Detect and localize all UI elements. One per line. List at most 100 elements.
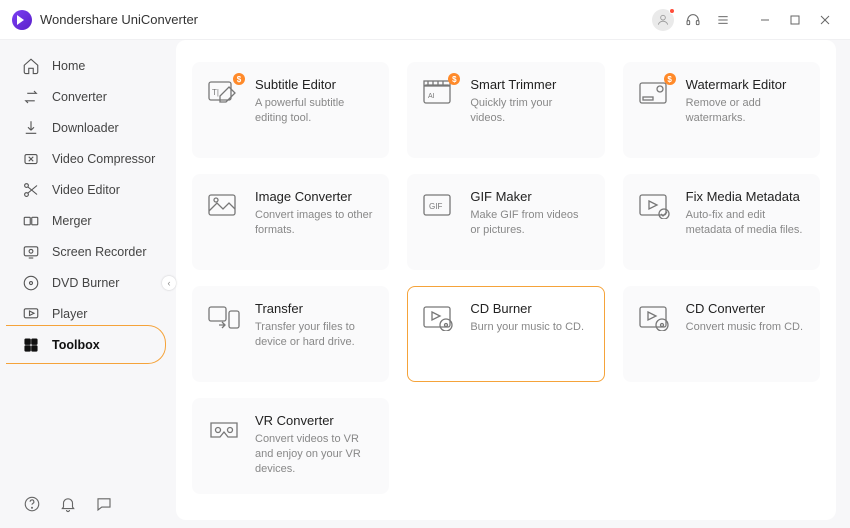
sidebar-item-label: Converter <box>52 90 107 104</box>
cd-converter-icon <box>638 303 672 331</box>
app-logo-icon <box>12 10 32 30</box>
sidebar-item-dvd[interactable]: DVD Burner <box>0 267 170 298</box>
transfer-icon <box>207 303 241 331</box>
subtitle-editor-icon: T| $ <box>207 79 241 107</box>
scissors-icon <box>22 181 40 199</box>
tool-desc: Transfer your files to device or hard dr… <box>255 320 374 350</box>
tool-card-image-converter[interactable]: Image Converter Convert images to other … <box>192 174 389 270</box>
tool-title: CD Converter <box>686 301 805 316</box>
tool-desc: Auto-fix and edit metadata of media file… <box>686 208 805 238</box>
sidebar-item-downloader[interactable]: Downloader <box>0 112 170 143</box>
sidebar-item-compressor[interactable]: Video Compressor <box>0 143 170 174</box>
svg-text:AI: AI <box>428 93 435 100</box>
tool-card-watermark-editor[interactable]: $ Watermark Editor Remove or add waterma… <box>623 62 820 158</box>
sidebar-item-label: Screen Recorder <box>52 245 147 259</box>
tool-desc: Quickly trim your videos. <box>470 96 589 126</box>
tool-desc: Convert music from CD. <box>686 320 805 335</box>
sidebar-item-label: Merger <box>52 214 92 228</box>
maximize-button[interactable] <box>782 7 808 33</box>
sidebar-item-label: Player <box>52 307 87 321</box>
sidebar-item-editor[interactable]: Video Editor <box>0 174 170 205</box>
toolbox-icon <box>22 336 40 354</box>
help-button[interactable] <box>22 494 42 514</box>
tool-desc: Burn your music to CD. <box>470 320 589 335</box>
metadata-icon <box>638 191 672 219</box>
tool-title: GIF Maker <box>470 189 589 204</box>
tool-title: Transfer <box>255 301 374 316</box>
merger-icon <box>22 212 40 230</box>
avatar-icon <box>652 9 674 31</box>
sidebar-item-label: Downloader <box>52 121 119 135</box>
sidebar-item-label: Video Compressor <box>52 152 155 166</box>
support-button[interactable] <box>680 7 706 33</box>
maximize-icon <box>787 12 803 28</box>
smart-trimmer-icon: AI $ <box>422 79 456 107</box>
notification-dot-icon <box>669 8 675 14</box>
minimize-button[interactable] <box>752 7 778 33</box>
minimize-icon <box>757 12 773 28</box>
titlebar: Wondershare UniConverter <box>0 0 850 40</box>
tool-title: VR Converter <box>255 413 374 428</box>
titlebar-actions <box>650 7 838 33</box>
tool-card-cd-burner[interactable]: CD Burner Burn your music to CD. <box>407 286 604 382</box>
tool-desc: Convert images to other formats. <box>255 208 374 238</box>
tool-title: CD Burner <box>470 301 589 316</box>
sidebar-item-label: DVD Burner <box>52 276 119 290</box>
menu-button[interactable] <box>710 7 736 33</box>
close-icon <box>817 12 833 28</box>
chat-icon <box>95 495 113 513</box>
tool-card-vr-converter[interactable]: VR Converter Convert videos to VR and en… <box>192 398 389 494</box>
sidebar-item-toolbox[interactable]: Toolbox <box>0 329 170 360</box>
sidebar-item-label: Toolbox <box>52 338 100 352</box>
feedback-button[interactable] <box>94 494 114 514</box>
sidebar-item-recorder[interactable]: Screen Recorder <box>0 236 170 267</box>
app-title: Wondershare UniConverter <box>40 12 650 27</box>
sidebar-item-label: Home <box>52 59 85 73</box>
close-button[interactable] <box>812 7 838 33</box>
sidebar-item-label: Video Editor <box>52 183 120 197</box>
sidebar-bottom <box>0 494 170 528</box>
tool-card-smart-trimmer[interactable]: AI $ Smart Trimmer Quickly trim your vid… <box>407 62 604 158</box>
tool-title: Subtitle Editor <box>255 77 374 92</box>
tool-title: Image Converter <box>255 189 374 204</box>
tool-desc: A powerful subtitle editing tool. <box>255 96 374 126</box>
collapse-sidebar-button[interactable]: ‹ <box>162 276 176 290</box>
sidebar-item-home[interactable]: Home <box>0 50 170 81</box>
premium-badge-icon: $ <box>233 73 245 85</box>
sidebar-item-converter[interactable]: Converter <box>0 81 170 112</box>
tool-card-subtitle-editor[interactable]: T| $ Subtitle Editor A powerful subtitle… <box>192 62 389 158</box>
download-icon <box>22 119 40 137</box>
tool-title: Smart Trimmer <box>470 77 589 92</box>
converter-icon <box>22 88 40 106</box>
cd-burner-icon <box>422 303 456 331</box>
hamburger-icon <box>715 12 731 28</box>
player-icon <box>22 305 40 323</box>
tool-desc: Remove or add watermarks. <box>686 96 805 126</box>
recorder-icon <box>22 243 40 261</box>
chevron-left-icon: ‹ <box>168 278 171 288</box>
tool-card-cd-converter[interactable]: CD Converter Convert music from CD. <box>623 286 820 382</box>
help-icon <box>23 495 41 513</box>
tool-card-fix-metadata[interactable]: Fix Media Metadata Auto-fix and edit met… <box>623 174 820 270</box>
tool-desc: Make GIF from videos or pictures. <box>470 208 589 238</box>
watermark-editor-icon: $ <box>638 79 672 107</box>
gif-maker-icon: GIF <box>422 191 456 219</box>
tool-desc: Convert videos to VR and enjoy on your V… <box>255 432 374 477</box>
tool-title: Watermark Editor <box>686 77 805 92</box>
sidebar: Home Converter Downloader Video Compress… <box>0 40 170 528</box>
tool-card-gif-maker[interactable]: GIF GIF Maker Make GIF from videos or pi… <box>407 174 604 270</box>
toolbox-panel: T| $ Subtitle Editor A powerful subtitle… <box>176 40 836 520</box>
tool-title: Fix Media Metadata <box>686 189 805 204</box>
vr-converter-icon <box>207 415 241 443</box>
sidebar-item-merger[interactable]: Merger <box>0 205 170 236</box>
account-button[interactable] <box>650 7 676 33</box>
notifications-button[interactable] <box>58 494 78 514</box>
svg-text:T|: T| <box>212 88 219 97</box>
nav-list: Home Converter Downloader Video Compress… <box>0 50 170 494</box>
svg-text:GIF: GIF <box>429 202 442 211</box>
tool-card-transfer[interactable]: Transfer Transfer your files to device o… <box>192 286 389 382</box>
compressor-icon <box>22 150 40 168</box>
image-converter-icon <box>207 191 241 219</box>
premium-badge-icon: $ <box>448 73 460 85</box>
home-icon <box>22 57 40 75</box>
